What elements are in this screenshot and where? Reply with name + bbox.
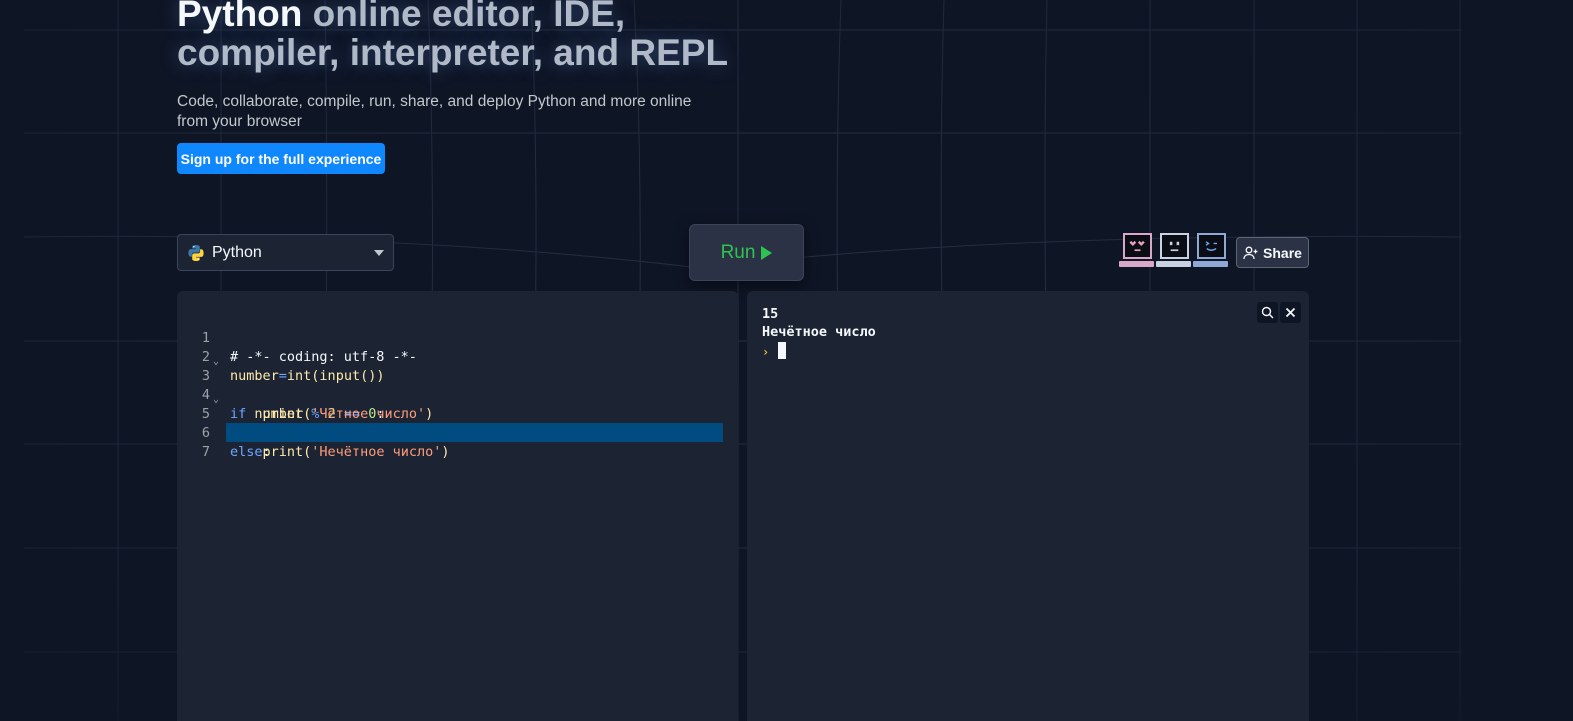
page-title-language: Python: [177, 0, 303, 34]
line-number: 7: [201, 444, 210, 460]
code-text: print('Нечётное число'): [230, 443, 450, 462]
code-line[interactable]: 7: [177, 424, 738, 460]
share-button[interactable]: Share: [1236, 237, 1309, 268]
play-icon: [761, 245, 773, 260]
code-token: 'Нечётное число': [311, 444, 442, 460]
neutral-face-icon: [1169, 241, 1180, 252]
language-select-value: Python: [212, 243, 262, 261]
avatar[interactable]: [1156, 232, 1191, 269]
code-line[interactable]: 5 ⌄ else:: [177, 386, 738, 460]
code-line[interactable]: 2 number=int(input()): [177, 329, 738, 384]
code-token: print(: [262, 444, 312, 460]
heart-eyes-face-icon: [1129, 240, 1145, 252]
code-line[interactable]: 1 # -*- coding: utf-8 -*-: [177, 310, 738, 365]
console-cursor[interactable]: [778, 342, 786, 359]
hero: Python online editor, IDE, compiler, int…: [177, 0, 737, 132]
code-editor[interactable]: 1 # -*- coding: utf-8 -*- 2 number=int(i…: [177, 291, 738, 721]
avatar[interactable]: [1119, 232, 1154, 269]
code-token: ): [441, 444, 450, 460]
code-line[interactable]: 6 print('Нечётное число'): [177, 405, 738, 460]
add-user-icon: [1243, 246, 1258, 259]
close-icon: [1285, 307, 1296, 318]
console-toolbar: [1257, 302, 1301, 323]
console-panel[interactable]: 15 Нечётное число ›: [747, 291, 1309, 721]
page-subtitle: Code, collaborate, compile, run, share, …: [177, 93, 692, 130]
collaborator-avatars: [1119, 232, 1228, 269]
console-clear-button[interactable]: [1280, 302, 1301, 323]
search-icon: [1261, 306, 1274, 319]
console-output-line: 15: [762, 306, 779, 322]
page-title: Python online editor, IDE, compiler, int…: [177, 0, 737, 72]
python-logo-icon: [188, 244, 204, 261]
run-button[interactable]: Run: [689, 224, 804, 281]
avatar[interactable]: [1193, 232, 1228, 269]
language-select[interactable]: Python: [177, 234, 394, 271]
run-button-label: Run: [720, 241, 756, 263]
console-search-button[interactable]: [1257, 302, 1278, 323]
code-line[interactable]: 4 print('Чётное число'): [177, 367, 738, 422]
prompt-icon: ›: [762, 345, 770, 359]
console-output-line: Нечётное число: [762, 324, 876, 340]
smiling-face-icon: [1205, 241, 1217, 251]
share-button-label: Share: [1263, 244, 1302, 261]
signup-button[interactable]: Sign up for the full experience: [177, 143, 385, 174]
code-line[interactable]: 3 ⌄ if number % 2 == 0:: [177, 348, 738, 422]
chevron-down-icon: [374, 250, 384, 256]
